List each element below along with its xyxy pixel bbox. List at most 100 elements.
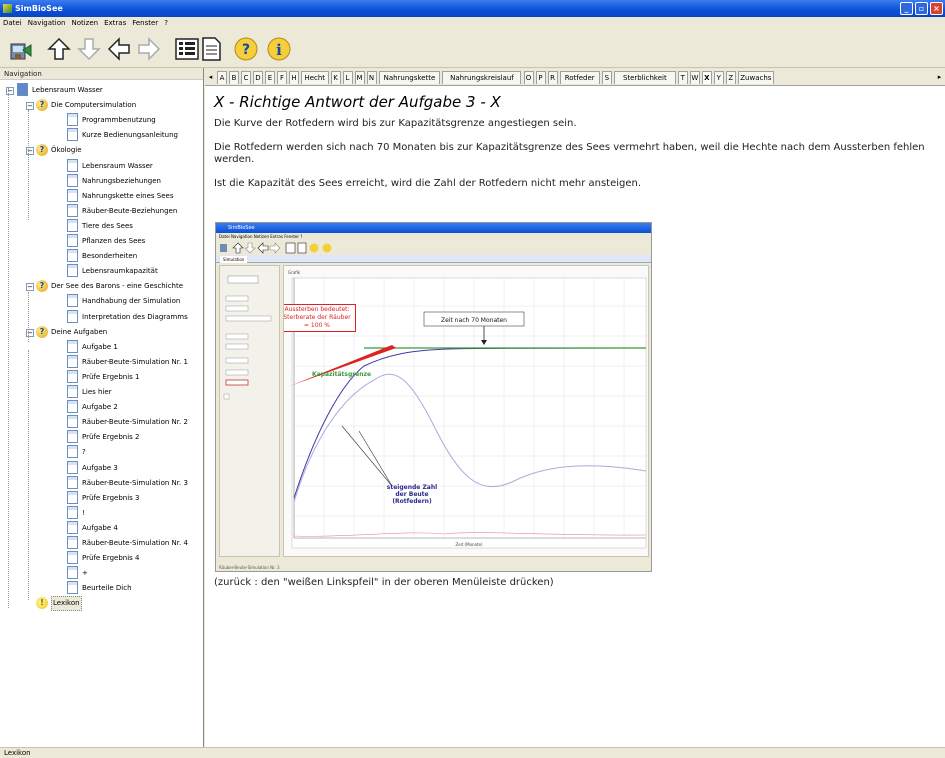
tab-f[interactable]: F <box>277 71 287 84</box>
navigation-header: Navigation <box>0 68 203 80</box>
menu-item-5[interactable]: ? <box>161 17 171 29</box>
tree-item[interactable]: −? Der See des Barons - eine Geschichte <box>0 279 203 294</box>
tab-sterblichkeit[interactable]: Sterblichkeit <box>613 71 676 84</box>
tree-item[interactable]: Aufgabe 2 <box>0 400 203 415</box>
menu-item-4[interactable]: Fenster <box>129 17 161 29</box>
tree-item-label: Programmbenutzung <box>82 116 156 125</box>
arrow-up-icon[interactable] <box>46 36 72 62</box>
tree-item[interactable]: Prüfe Ergebnis 3 <box>0 490 203 506</box>
tab-m[interactable]: M <box>354 71 365 84</box>
tab-scroll-right-icon[interactable]: ▸ <box>935 71 944 84</box>
arrow-right-icon[interactable] <box>136 36 162 62</box>
tree-item[interactable]: −? Die Computersimulation <box>0 98 203 113</box>
tab-k[interactable]: K <box>330 71 341 84</box>
tree-item[interactable]: Aufgabe 4 <box>0 520 203 536</box>
minimize-button[interactable]: _ <box>900 2 913 15</box>
tab-e[interactable]: E <box>265 71 275 84</box>
tree-item-label: Lebensraum Wasser <box>82 161 153 170</box>
tree-item[interactable]: Räuber-Beute-Simulation Nr. 2 <box>0 415 203 430</box>
tab-scroll-left-icon[interactable]: ◂ <box>206 71 215 84</box>
page-view-icon[interactable] <box>198 36 224 62</box>
tree-item[interactable]: Beurteile Dich <box>0 581 203 596</box>
tree-collapse-icon[interactable]: − <box>26 283 34 292</box>
tab-l[interactable]: L <box>342 71 353 84</box>
tab-n[interactable]: N <box>366 71 377 84</box>
document-icon <box>67 158 78 172</box>
question-icon: ? <box>36 99 48 112</box>
tree-item[interactable]: Nahrungsbeziehungen <box>0 173 203 189</box>
document-icon <box>67 218 78 232</box>
tree-item-label: Prüfe Ergebnis 2 <box>82 433 140 442</box>
tree-guide-line <box>28 292 29 342</box>
tree-item[interactable]: −? Deine Aufgaben <box>0 325 203 340</box>
help-icon[interactable]: ? <box>233 36 259 62</box>
tree-item[interactable]: Tiere des Sees <box>0 218 203 234</box>
tree-item[interactable]: Räuber-Beute-Simulation Nr. 3 <box>0 475 203 491</box>
tab-zuwachs[interactable]: Zuwachs <box>737 71 774 84</box>
info-icon[interactable]: i <box>266 36 292 62</box>
menu-item-1[interactable]: Navigation <box>25 17 69 29</box>
tree-item-label: Nahrungskette eines Sees <box>82 191 174 200</box>
tree-item[interactable]: Lebensraumkapazität <box>0 264 203 279</box>
tab-c[interactable]: C <box>241 71 251 84</box>
tree-item[interactable]: Handhabung der Simulation <box>0 294 203 309</box>
document-icon <box>67 369 78 383</box>
tree-item[interactable]: Räuber-Beute-Beziehungen <box>0 203 203 219</box>
tree-item[interactable]: −? Ökologie <box>0 143 203 158</box>
tab-nahrungskette[interactable]: Nahrungskette <box>378 71 441 84</box>
tree-item[interactable]: Aufgabe 1 <box>0 339 203 355</box>
svg-text:i: i <box>276 41 282 59</box>
tree-item[interactable]: Interpretation des Diagramms <box>0 309 203 325</box>
tree-item[interactable]: Kurze Bedienungsanleitung <box>0 128 203 143</box>
maximize-button[interactable]: ▫ <box>915 2 928 15</box>
tab-w[interactable]: W <box>689 71 700 84</box>
menu-item-3[interactable]: Extras <box>101 17 129 29</box>
tab-b[interactable]: B <box>229 71 239 84</box>
tab-p[interactable]: P <box>535 71 546 84</box>
tab-r[interactable]: R <box>547 71 558 84</box>
arrow-down-icon[interactable] <box>76 36 102 62</box>
close-button[interactable]: × <box>930 2 943 15</box>
tree-item[interactable]: Räuber-Beute-Simulation Nr. 4 <box>0 536 203 551</box>
tree-item[interactable]: ! Lexikon <box>0 596 203 612</box>
tree-item[interactable]: Lebensraum Wasser <box>0 158 203 174</box>
menu-item-0[interactable]: Datei <box>0 17 25 29</box>
tree-item[interactable]: ? <box>0 445 203 460</box>
tree-item-label: Beurteile Dich <box>82 584 132 593</box>
tree-item[interactable]: Programmbenutzung <box>0 113 203 128</box>
tree-item[interactable]: Lies hier <box>0 385 203 400</box>
tree-item[interactable]: Nahrungskette eines Sees <box>0 188 203 204</box>
tree-item[interactable]: − Lebensraum Wasser <box>0 83 203 98</box>
title-bar[interactable]: SimBioSee _ ▫ × <box>0 0 945 17</box>
document-icon <box>67 581 78 595</box>
tree-item[interactable]: Räuber-Beute-Simulation Nr. 1 <box>0 354 203 370</box>
tab-x[interactable]: X <box>701 71 712 84</box>
tab-y[interactable]: Y <box>713 71 724 84</box>
embedded-x-axis-label: Zeit (Monate) <box>455 542 483 547</box>
tree-item[interactable]: Prüfe Ergebnis 2 <box>0 430 203 445</box>
tab-d[interactable]: D <box>253 71 263 84</box>
menu-item-2[interactable]: Notizen <box>68 17 101 29</box>
tab-z[interactable]: Z <box>725 71 736 84</box>
tab-a[interactable]: A <box>217 71 227 84</box>
tree-item[interactable]: Prüfe Ergebnis 1 <box>0 369 203 385</box>
tree-item[interactable]: Aufgabe 3 <box>0 460 203 476</box>
tree-item[interactable]: Pflanzen des Sees <box>0 234 203 249</box>
tab-hecht[interactable]: Hecht <box>301 71 329 84</box>
tab-s[interactable]: S <box>601 71 612 84</box>
home-icon[interactable] <box>8 36 34 62</box>
tab-nahrungskreislauf[interactable]: Nahrungskreislauf <box>442 71 522 84</box>
tree-item[interactable]: Prüfe Ergebnis 4 <box>0 551 203 566</box>
tree-item[interactable]: + <box>0 566 203 581</box>
list-view-icon[interactable] <box>174 36 200 62</box>
tab-h[interactable]: H <box>289 71 299 84</box>
tab-o[interactable]: O <box>523 71 534 84</box>
tab-t[interactable]: T <box>677 71 688 84</box>
arrow-left-icon[interactable] <box>106 36 132 62</box>
tree-item[interactable]: ! <box>0 505 203 521</box>
document-icon <box>67 188 78 202</box>
tree-item[interactable]: Besonderheiten <box>0 249 203 264</box>
embedded-plot-area: Grafik Zeit nach 70 Monaten Kapazitätsgr… <box>278 265 649 557</box>
tab-rotfeder[interactable]: Rotfeder <box>559 71 600 84</box>
tree-collapse-icon[interactable]: − <box>26 102 34 111</box>
